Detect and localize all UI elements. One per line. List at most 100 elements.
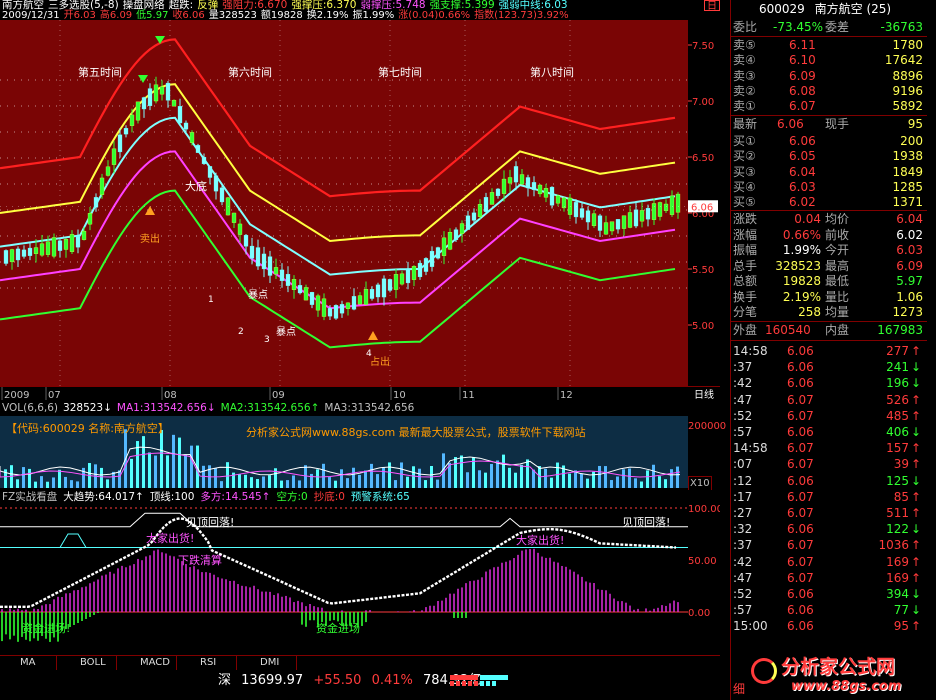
tick-time: 14:58 <box>733 441 768 456</box>
tick-arrow-icon: ↓ <box>910 603 921 618</box>
fz-header: FZ实战看盘 大趋势:64.017↑ 顶线:100 多方:14.545↑ 空方:0 抄底:… <box>0 490 720 504</box>
tick-row[interactable]: :47 6.07 169 ↑ <box>731 571 927 586</box>
quote-title: 600029 南方航空 (25) <box>731 2 927 17</box>
period-corner-label[interactable]: 日 <box>704 0 720 12</box>
signal-zhanchu: 占出 <box>370 355 390 368</box>
candle-body <box>315 295 321 311</box>
tick-price: 6.06 <box>787 376 814 391</box>
fz-header-item: 顶线:100 <box>149 491 195 503</box>
candle-body <box>369 289 375 299</box>
tick-price: 6.07 <box>787 570 814 585</box>
tick-volume: 125 <box>886 473 909 488</box>
tick-row[interactable]: :42 6.07 169 ↑ <box>731 555 927 570</box>
tick-arrow-icon: ↓ <box>910 425 921 439</box>
tick-row[interactable]: :27 6.07 511 ↑ <box>731 506 927 521</box>
ask-label: 卖① <box>733 99 756 114</box>
volume-bar <box>148 452 151 488</box>
volume-bar <box>496 460 499 488</box>
inner-value: 167983 <box>877 323 923 337</box>
volume-chart[interactable]: 【代码:600029 名称:南方航空】 分析家公式网www.88gs.com 最… <box>0 416 688 488</box>
tick-row[interactable]: 15:00 6.06 95 ↑ <box>731 619 927 634</box>
date-axis-svg: 2009 07 08 09 10 11 12 日线 <box>1 387 714 401</box>
candle-body <box>627 212 633 228</box>
weibi-value: -73.45% <box>773 20 824 34</box>
bid-row[interactable]: 买⑤ 6.02 1371 <box>731 195 927 210</box>
tick-row[interactable]: :47 6.07 526 ↑ <box>731 393 927 408</box>
volume-bar <box>586 478 589 488</box>
tick-row[interactable]: :57 6.06 406 ↓ <box>731 425 927 440</box>
ask-row[interactable]: 卖④ 6.10 17642 <box>731 53 927 68</box>
volume-bar <box>112 471 115 488</box>
ask-volume: 8896 <box>892 68 923 83</box>
volume-bar <box>418 468 421 488</box>
candle-body <box>339 304 345 314</box>
tick-row[interactable]: :57 6.06 77 ↓ <box>731 603 927 618</box>
stat-label: 总额 <box>733 274 758 288</box>
tick-price: 6.06 <box>787 473 814 488</box>
tick-row[interactable]: :07 6.07 39 ↑ <box>731 457 927 472</box>
candle-body <box>327 308 333 317</box>
fz-scale: 100.00 50.00 0.00 <box>688 504 723 654</box>
volume-bar <box>214 468 217 488</box>
bid-row[interactable]: 买③ 6.04 1849 <box>731 165 927 180</box>
tick-volume: 1036 <box>878 538 909 553</box>
ask-row[interactable]: 卖② 6.08 9196 <box>731 84 927 99</box>
volume-bar <box>514 472 517 488</box>
weibi-label: 委比 <box>733 20 758 34</box>
tick-arrow-icon: ↑ <box>910 457 921 472</box>
tick-time: :37 <box>733 360 753 375</box>
tick-row[interactable]: :17 6.07 85 ↑ <box>731 490 927 505</box>
volume-scale: 200000 X10 <box>688 416 726 491</box>
tick-row[interactable]: 14:58 6.07 157 ↑ <box>731 441 927 456</box>
tab-macd[interactable]: MACD <box>140 657 170 668</box>
tick-row[interactable]: :52 6.06 394 ↓ <box>731 587 927 602</box>
kline-chart[interactable]: 第五时间 第六时间 第七时间 第八时间 大底 卖出 暴点 暴点 占出 1 2 3 4 <box>0 20 688 386</box>
candle-body <box>357 295 363 305</box>
tab-ma[interactable]: MA <box>20 657 35 668</box>
volume-bar <box>616 476 619 488</box>
volume-bar <box>484 472 487 488</box>
candle-body <box>483 197 489 212</box>
tick-arrow-icon: ↑ <box>910 506 921 520</box>
bid-row[interactable]: 买② 6.05 1938 <box>731 149 927 164</box>
volume-bar <box>40 476 43 488</box>
fz-indicator-chart[interactable]: 见顶回落! 见顶回落! 大家出货! 大家出货! 下跌清算 资金进场! 资金进场 <box>0 504 688 654</box>
tick-row[interactable]: :12 6.06 125 ↓ <box>731 474 927 489</box>
tab-boll[interactable]: BOLL <box>80 657 106 668</box>
tick-volume: 169 <box>886 554 909 569</box>
bid-row[interactable]: 买④ 6.03 1285 <box>731 180 927 195</box>
fz-label: 大家出货! <box>516 533 564 547</box>
tick-row[interactable]: :37 6.07 1036 ↑ <box>731 538 927 553</box>
candle-body <box>249 245 255 259</box>
ask-row[interactable]: 卖③ 6.09 8896 <box>731 69 927 84</box>
tick-row[interactable]: 14:58 6.06 277 ↑ <box>731 344 927 359</box>
detail-tab[interactable]: 细 <box>733 680 745 697</box>
candle-body <box>153 84 159 102</box>
tick-row[interactable]: :42 6.06 196 ↓ <box>731 376 927 391</box>
tick-time: :32 <box>733 522 753 537</box>
tick-row[interactable]: :52 6.07 485 ↑ <box>731 409 927 424</box>
signal-baoding: 暴点 <box>248 289 268 301</box>
up-arrow-icon <box>145 206 155 215</box>
tick-row[interactable]: :37 6.06 241 ↓ <box>731 360 927 375</box>
tick-volume: 85 <box>893 489 909 504</box>
volume-bar <box>502 454 505 488</box>
bid-row[interactable]: 买① 6.06 200 <box>731 134 927 149</box>
tick-row[interactable]: :32 6.06 122 ↓ <box>731 522 927 537</box>
ask-row[interactable]: 卖⑤ 6.11 1780 <box>731 38 927 53</box>
tab-dmi[interactable]: DMI <box>260 657 279 668</box>
ask-row[interactable]: 卖① 6.07 5892 <box>731 99 927 114</box>
tick-price: 6.06 <box>787 522 814 537</box>
fz-channel-line <box>0 512 688 528</box>
volume-bar <box>76 481 79 488</box>
candle-body <box>3 250 9 264</box>
volume-header-item: MA2:313542.656↑ <box>220 402 320 414</box>
fz-scale-label: 50.00 <box>688 556 717 567</box>
volume-bar <box>352 467 355 488</box>
candle-body <box>537 184 543 195</box>
tick-volume: 406 <box>886 425 909 439</box>
volume-bar <box>520 464 523 488</box>
candle-body <box>507 177 513 184</box>
volume-bar <box>34 481 37 488</box>
tab-rsi[interactable]: RSI <box>200 657 216 668</box>
